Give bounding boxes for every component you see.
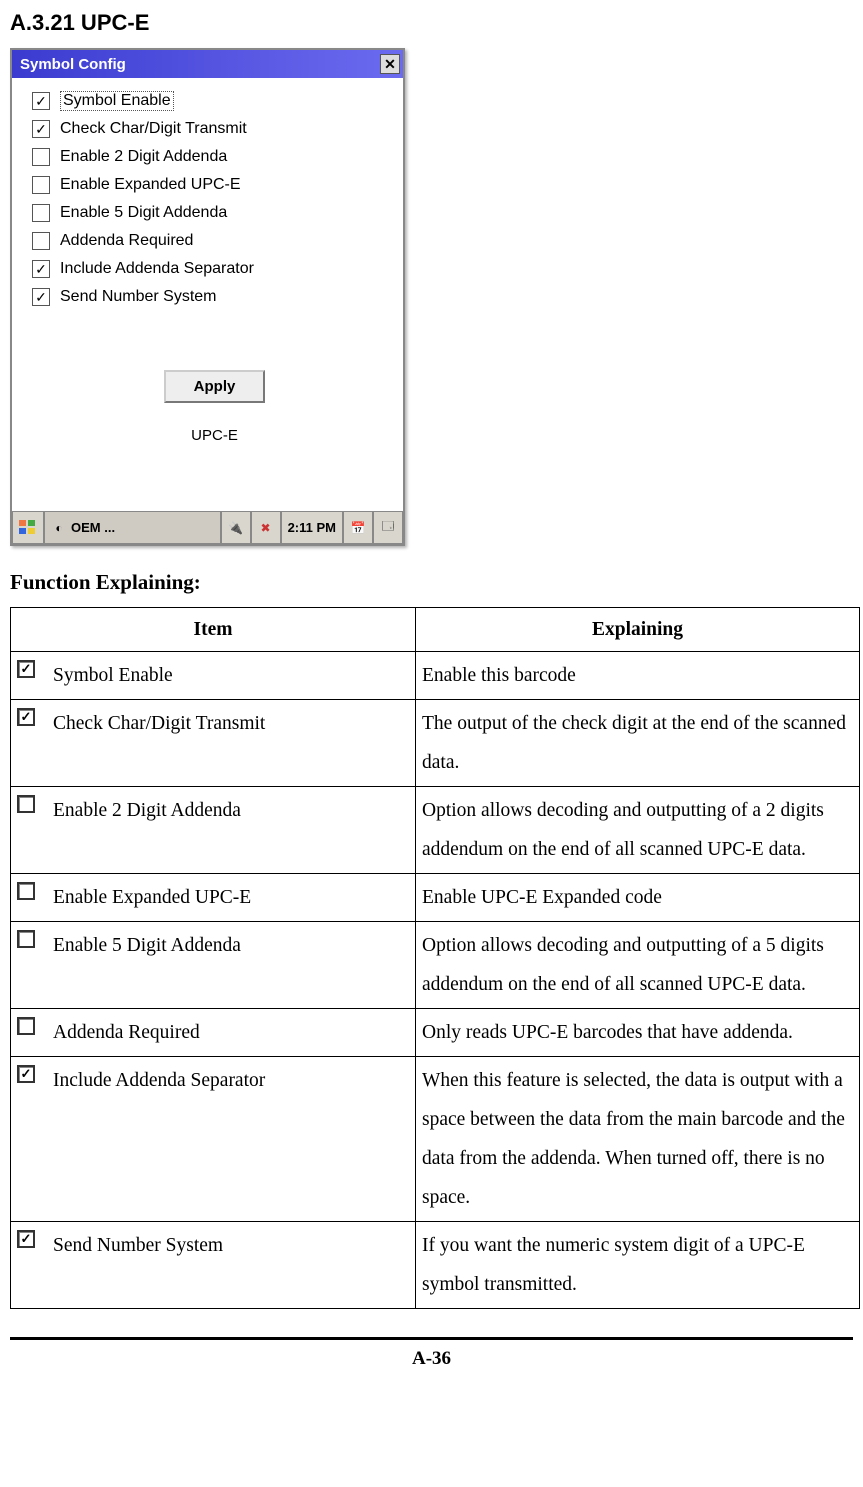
checkbox-icon — [17, 882, 35, 900]
section-heading: A.3.21 UPC-E — [10, 10, 853, 36]
dialog-option-label: Addenda Required — [60, 232, 193, 250]
dialog-option-label: Check Char/Digit Transmit — [60, 120, 247, 138]
app-icon: ◐ — [51, 520, 67, 536]
checkbox-icon — [17, 930, 35, 948]
table-header-row: Item Explaining — [11, 608, 860, 652]
function-heading: Function Explaining: — [10, 570, 853, 595]
dialog-option-label: Send Number System — [60, 288, 217, 306]
checkbox-icon[interactable] — [32, 232, 50, 250]
dialog-option[interactable]: Enable 2 Digit Addenda — [32, 144, 397, 170]
dialog-screenshot: Symbol Config ✕ ✓ Symbol Enable ✓ Check Cha… — [10, 48, 405, 546]
dialog-body: ✓ Symbol Enable ✓ Check Char/Digit Transmit… — [12, 78, 403, 510]
apply-button[interactable]: Apply — [164, 370, 266, 403]
dialog-option[interactable]: ✓ Symbol Enable — [32, 88, 397, 114]
checkbox-icon: ✓ — [17, 1065, 35, 1083]
start-icon[interactable] — [12, 511, 44, 544]
dialog-option[interactable]: Enable 5 Digit Addenda — [32, 200, 397, 226]
dialog-option[interactable]: ✓ Include Addenda Separator — [32, 256, 397, 282]
taskbar: ◐ OEM ... 🔌 ✖ 2:11 PM 📅 🗔 — [12, 510, 403, 544]
table-cell-explaining: Option allows decoding and outputting of… — [416, 787, 860, 874]
checkbox-icon[interactable] — [32, 148, 50, 166]
table-item-label: Symbol Enable — [53, 656, 173, 695]
dialog-option-label: Include Addenda Separator — [60, 260, 254, 278]
table-cell-item: Enable Expanded UPC-E — [11, 874, 416, 922]
tray-icon-1[interactable]: 🔌 — [221, 511, 251, 544]
dialog-title: Symbol Config — [20, 56, 126, 73]
table-row: ✓ Symbol Enable Enable this barcode — [11, 652, 860, 700]
dialog-option[interactable]: ✓ Check Char/Digit Transmit — [32, 116, 397, 142]
dialog-option[interactable]: Enable Expanded UPC-E — [32, 172, 397, 198]
close-icon[interactable]: ✕ — [380, 54, 400, 74]
checkbox-icon: ✓ — [17, 660, 35, 678]
checkbox-icon — [17, 1017, 35, 1035]
taskbar-app-label: OEM ... — [71, 520, 115, 535]
table-cell-explaining: Enable UPC-E Expanded code — [416, 874, 860, 922]
table-item-label: Send Number System — [53, 1226, 223, 1265]
table-row: Addenda Required Only reads UPC-E barcode… — [11, 1009, 860, 1057]
table-cell-explaining: Enable this barcode — [416, 652, 860, 700]
dialog-option[interactable]: ✓ Send Number System — [32, 284, 397, 310]
table-item-label: Enable 2 Digit Addenda — [53, 791, 241, 830]
table-cell-item: ✓ Include Addenda Separator — [11, 1057, 416, 1222]
page-number: A-36 — [10, 1337, 853, 1370]
checkbox-icon[interactable]: ✓ — [32, 92, 50, 110]
table-item-label: Include Addenda Separator — [53, 1061, 265, 1100]
checkbox-icon[interactable] — [32, 204, 50, 222]
dialog-titlebar: Symbol Config ✕ — [12, 50, 403, 78]
table-row: Enable Expanded UPC-E Enable UPC-E Expand… — [11, 874, 860, 922]
dialog-option-label: Symbol Enable — [60, 91, 174, 111]
dialog-option-label: Enable 5 Digit Addenda — [60, 204, 227, 222]
table-cell-item: ✓ Send Number System — [11, 1222, 416, 1309]
table-item-label: Enable Expanded UPC-E — [53, 878, 251, 917]
show-desktop-icon[interactable]: 🗔 — [373, 511, 403, 544]
table-cell-explaining: If you want the numeric system digit of … — [416, 1222, 860, 1309]
checkbox-icon[interactable] — [32, 176, 50, 194]
dialog-caption: UPC-E — [32, 427, 397, 444]
function-table: Item Explaining ✓ Symbol Enable Enable thi… — [10, 607, 860, 1309]
header-item: Item — [11, 608, 416, 652]
taskbar-clock[interactable]: 2:11 PM — [281, 511, 343, 544]
dialog-option[interactable]: Addenda Required — [32, 228, 397, 254]
checkbox-icon[interactable]: ✓ — [32, 260, 50, 278]
dialog-option-label: Enable 2 Digit Addenda — [60, 148, 227, 166]
table-item-label: Addenda Required — [53, 1013, 200, 1052]
tray-icon-2[interactable]: ✖ — [251, 511, 281, 544]
table-cell-item: Addenda Required — [11, 1009, 416, 1057]
tray-icon-3[interactable]: 📅 — [343, 511, 373, 544]
dialog-option-label: Enable Expanded UPC-E — [60, 176, 241, 194]
table-item-label: Check Char/Digit Transmit — [53, 704, 265, 743]
table-row: ✓ Check Char/Digit Transmit The output of … — [11, 700, 860, 787]
checkbox-icon: ✓ — [17, 708, 35, 726]
table-cell-explaining: Only reads UPC-E barcodes that have adde… — [416, 1009, 860, 1057]
table-cell-item: ✓ Check Char/Digit Transmit — [11, 700, 416, 787]
table-cell-explaining: When this feature is selected, the data … — [416, 1057, 860, 1222]
checkbox-icon: ✓ — [17, 1230, 35, 1248]
table-cell-explaining: The output of the check digit at the end… — [416, 700, 860, 787]
table-row: ✓ Include Addenda Separator When this feat… — [11, 1057, 860, 1222]
table-item-label: Enable 5 Digit Addenda — [53, 926, 241, 965]
taskbar-app-button[interactable]: ◐ OEM ... — [44, 511, 221, 544]
table-cell-item: ✓ Symbol Enable — [11, 652, 416, 700]
table-cell-item: Enable 2 Digit Addenda — [11, 787, 416, 874]
table-row: ✓ Send Number System If you want the numer… — [11, 1222, 860, 1309]
header-explaining: Explaining — [416, 608, 860, 652]
table-row: Enable 2 Digit Addenda Option allows deco… — [11, 787, 860, 874]
table-cell-explaining: Option allows decoding and outputting of… — [416, 922, 860, 1009]
table-row: Enable 5 Digit Addenda Option allows deco… — [11, 922, 860, 1009]
table-cell-item: Enable 5 Digit Addenda — [11, 922, 416, 1009]
checkbox-icon[interactable]: ✓ — [32, 120, 50, 138]
checkbox-icon — [17, 795, 35, 813]
checkbox-icon[interactable]: ✓ — [32, 288, 50, 306]
